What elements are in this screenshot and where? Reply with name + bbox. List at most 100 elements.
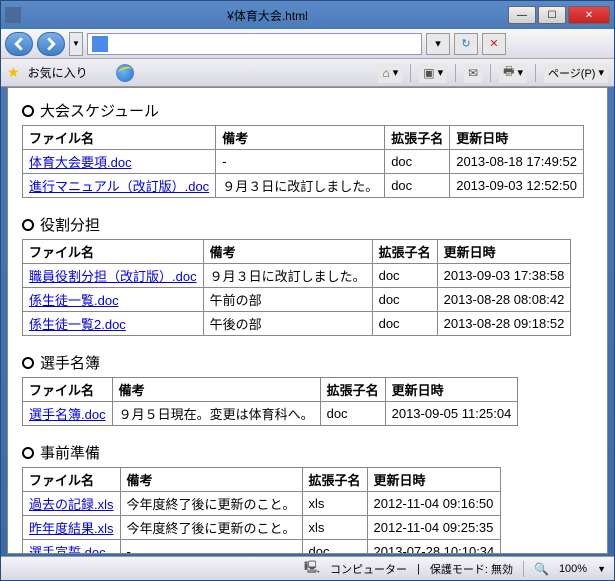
cell-note: - bbox=[120, 540, 302, 555]
file-link[interactable]: 進行マニュアル（改訂版）.doc bbox=[29, 179, 209, 194]
table-header: 拡張子名 bbox=[320, 378, 385, 402]
table-header: 更新日時 bbox=[437, 240, 571, 264]
table-header: 備考 bbox=[203, 240, 372, 264]
cell-note: - bbox=[216, 150, 385, 174]
minimize-button[interactable]: — bbox=[508, 6, 536, 24]
section-title: 大会スケジュール bbox=[22, 100, 593, 121]
table-header-row: ファイル名備考拡張子名更新日時 bbox=[23, 378, 518, 402]
cell-note: 午後の部 bbox=[203, 312, 372, 336]
section-title-text: 選手名簿 bbox=[40, 352, 100, 373]
cell-date: 2013-08-18 17:49:52 bbox=[450, 150, 584, 174]
maximize-button[interactable]: ☐ bbox=[538, 6, 566, 24]
section-title: 役割分担 bbox=[22, 214, 593, 235]
section: 役割分担ファイル名備考拡張子名更新日時職員役割分担（改訂版）.doc９月３日に改… bbox=[22, 214, 593, 336]
section-title-text: 事前準備 bbox=[40, 442, 100, 463]
cell-note: ９月５日現在。変更は体育科へ。 bbox=[112, 402, 320, 426]
table-row: 選手宣誓.doc -doc2013-07-28 10:10:34 bbox=[23, 540, 501, 555]
home-icon: ⌂ bbox=[382, 66, 389, 80]
cell-filename: 選手宣誓.doc bbox=[23, 540, 121, 555]
cell-filename: 体育大会要項.doc bbox=[23, 150, 216, 174]
print-button[interactable]: 🖶▾ bbox=[499, 63, 527, 83]
table-header: 備考 bbox=[120, 468, 302, 492]
cell-filename: 職員役割分担（改訂版）.doc bbox=[23, 264, 204, 288]
back-button[interactable] bbox=[5, 32, 33, 56]
address-bar[interactable] bbox=[87, 33, 422, 55]
cell-date: 2013-07-28 10:10:34 bbox=[367, 540, 501, 555]
table-row: 体育大会要項.doc-doc2013-08-18 17:49:52 bbox=[23, 150, 584, 174]
page-menu-label: ページ(P) bbox=[548, 65, 595, 81]
page-icon bbox=[92, 36, 108, 52]
section-title-text: 大会スケジュール bbox=[40, 100, 159, 121]
table-header-row: ファイル名備考拡張子名更新日時 bbox=[23, 126, 584, 150]
table-header: 拡張子名 bbox=[302, 468, 367, 492]
rss-icon: ▣ bbox=[423, 66, 434, 80]
app-icon bbox=[5, 7, 21, 23]
forward-button[interactable] bbox=[37, 32, 65, 56]
file-link[interactable]: 過去の記録.xls bbox=[29, 497, 114, 512]
file-link[interactable]: 職員役割分担（改訂版）.doc bbox=[29, 269, 197, 284]
table-header: 更新日時 bbox=[367, 468, 501, 492]
cell-filename: 選手名簿.doc bbox=[23, 402, 113, 426]
file-link[interactable]: 係生徒一覧.doc bbox=[29, 293, 119, 308]
table-header: 備考 bbox=[112, 378, 320, 402]
cell-filename: 昨年度結果.xls bbox=[23, 516, 121, 540]
mail-button[interactable]: ✉ bbox=[464, 63, 482, 83]
cell-note: 今年度終了後に更新のこと。 bbox=[120, 492, 302, 516]
close-button[interactable]: ✕ bbox=[568, 6, 610, 24]
table-header: ファイル名 bbox=[23, 126, 216, 150]
cell-date: 2013-09-03 17:38:58 bbox=[437, 264, 571, 288]
cell-note: 今年度終了後に更新のこと。 bbox=[120, 516, 302, 540]
status-bar: 🖳 コンピューター | 保護モード: 無効 🔍 100% ▼ bbox=[1, 556, 614, 580]
feeds-button[interactable]: ▣▾ bbox=[419, 63, 447, 83]
cell-date: 2012-11-04 09:16:50 bbox=[367, 492, 501, 516]
file-table: ファイル名備考拡張子名更新日時体育大会要項.doc-doc2013-08-18 … bbox=[22, 125, 584, 198]
table-row: 係生徒一覧2.doc午後の部doc2013-08-28 09:18:52 bbox=[23, 312, 571, 336]
cell-filename: 進行マニュアル（改訂版）.doc bbox=[23, 174, 216, 198]
section: 事前準備ファイル名備考拡張子名更新日時過去の記録.xls 今年度終了後に更新のこと… bbox=[22, 442, 593, 554]
mail-icon: ✉ bbox=[468, 66, 478, 80]
cell-date: 2013-08-28 09:18:52 bbox=[437, 312, 571, 336]
zoom-level: 100% bbox=[559, 563, 587, 575]
file-table: ファイル名備考拡張子名更新日時選手名簿.doc９月５日現在。変更は体育科へ。do… bbox=[22, 377, 518, 426]
browser-window: ¥体育大会.html — ☐ ✕ ▼ ▾ ↻ ✕ ★ お気に入り ⌂▾ ▣▾ bbox=[0, 0, 615, 581]
cell-ext: doc bbox=[302, 540, 367, 555]
nav-history-dropdown[interactable]: ▼ bbox=[69, 32, 83, 56]
cell-note: ９月３日に改訂しました。 bbox=[216, 174, 385, 198]
table-row: 選手名簿.doc９月５日現在。変更は体育科へ。doc2013-09-05 11:… bbox=[23, 402, 518, 426]
section-title: 選手名簿 bbox=[22, 352, 593, 373]
arrow-left-icon bbox=[12, 37, 26, 51]
table-row: 過去の記録.xls今年度終了後に更新のこと。xls2012-11-04 09:1… bbox=[23, 492, 501, 516]
table-header-row: ファイル名備考拡張子名更新日時 bbox=[23, 468, 501, 492]
file-table: ファイル名備考拡張子名更新日時職員役割分担（改訂版）.doc９月３日に改訂しまし… bbox=[22, 239, 571, 336]
address-dropdown[interactable]: ▾ bbox=[426, 33, 450, 55]
table-header: 更新日時 bbox=[385, 378, 518, 402]
cell-ext: xls bbox=[302, 516, 367, 540]
table-header: 拡張子名 bbox=[385, 126, 450, 150]
file-link[interactable]: 選手宣誓.doc bbox=[29, 545, 106, 554]
file-link[interactable]: 昨年度結果.xls bbox=[29, 521, 114, 536]
table-header: ファイル名 bbox=[23, 468, 121, 492]
file-link[interactable]: 選手名簿.doc bbox=[29, 407, 106, 422]
table-header: 更新日時 bbox=[450, 126, 584, 150]
table-row: 進行マニュアル（改訂版）.doc９月３日に改訂しました。doc2013-09-0… bbox=[23, 174, 584, 198]
cell-filename: 係生徒一覧.doc bbox=[23, 288, 204, 312]
stop-button[interactable]: ✕ bbox=[482, 33, 506, 55]
section-title: 事前準備 bbox=[22, 442, 593, 463]
favorites-label[interactable]: お気に入り bbox=[28, 64, 88, 81]
table-row: 係生徒一覧.doc午前の部doc2013-08-28 08:08:42 bbox=[23, 288, 571, 312]
file-link[interactable]: 体育大会要項.doc bbox=[29, 155, 132, 170]
star-icon: ★ bbox=[7, 64, 20, 81]
cell-note: ９月３日に改訂しました。 bbox=[203, 264, 372, 288]
print-icon: 🖶 bbox=[503, 62, 514, 83]
file-link[interactable]: 係生徒一覧2.doc bbox=[29, 317, 126, 332]
table-row: 職員役割分担（改訂版）.doc９月３日に改訂しました。doc2013-09-03… bbox=[23, 264, 571, 288]
page-menu-button[interactable]: ページ(P) ▾ bbox=[544, 63, 608, 83]
refresh-button[interactable]: ↻ bbox=[454, 33, 478, 55]
file-table: ファイル名備考拡張子名更新日時過去の記録.xls 今年度終了後に更新のこと。xls… bbox=[22, 467, 501, 554]
zoom-icon: 🔍 bbox=[534, 562, 549, 576]
home-button[interactable]: ⌂▾ bbox=[378, 63, 402, 83]
bullet-icon bbox=[22, 219, 34, 231]
arrow-right-icon bbox=[44, 37, 58, 51]
bullet-icon bbox=[22, 105, 34, 117]
titlebar: ¥体育大会.html — ☐ ✕ bbox=[1, 1, 614, 29]
